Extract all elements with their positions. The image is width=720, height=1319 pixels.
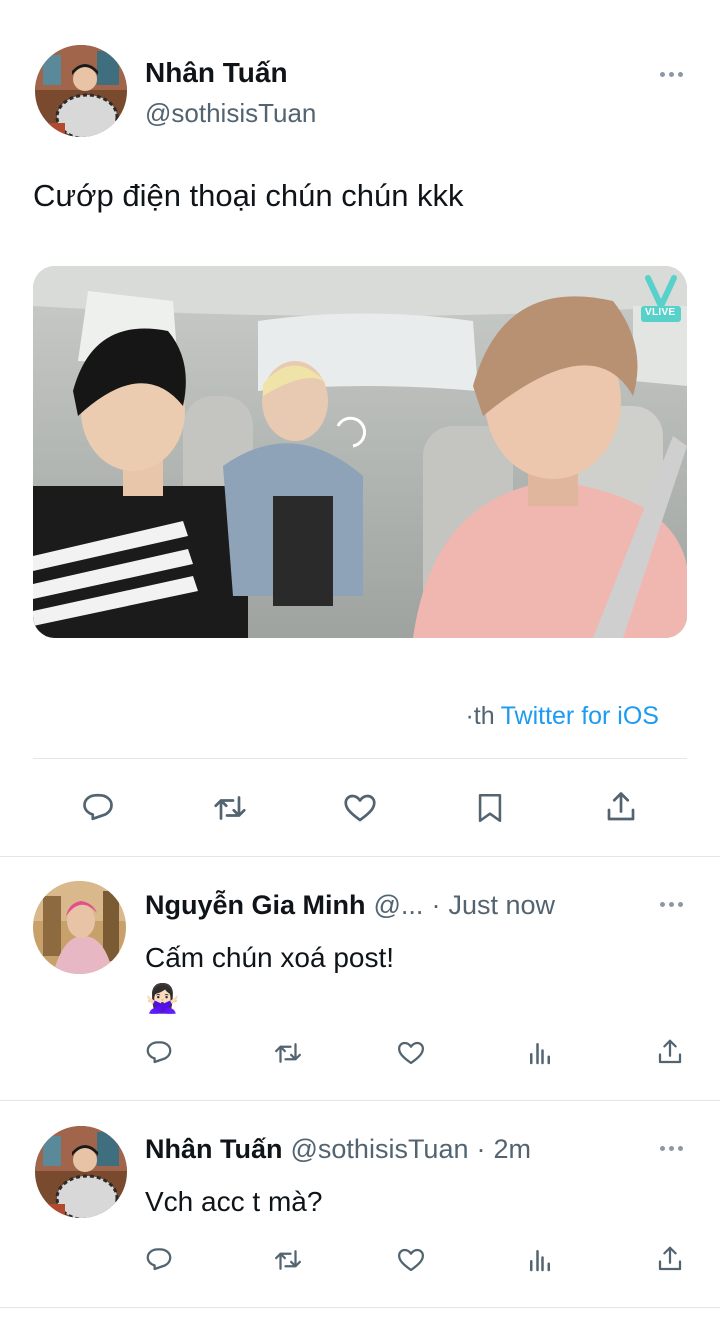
- reply-emoji: 🙅🏻‍♀️: [145, 983, 180, 1014]
- tweet-media-image[interactable]: VLIVE: [33, 266, 687, 638]
- divider: [33, 758, 687, 759]
- reply-separator: ·: [476, 1134, 486, 1164]
- reply-avatar[interactable]: [35, 1126, 127, 1218]
- author-handle[interactable]: @sothisisTuan: [145, 98, 316, 129]
- reply-text: Cấm chún xoá post!: [145, 942, 395, 973]
- retweet-icon[interactable]: [208, 788, 252, 828]
- tweet-timestamp-partial: ·th: [465, 702, 495, 730]
- share-icon[interactable]: [601, 786, 641, 828]
- more-options-icon[interactable]: [660, 72, 683, 77]
- reply-separator: ·: [431, 890, 441, 920]
- reply-icon[interactable]: [141, 1036, 177, 1070]
- vlive-badge: VLIVE: [645, 307, 676, 318]
- analytics-icon[interactable]: [522, 1036, 558, 1070]
- reply-text: Vch acc t mà?: [145, 1186, 323, 1217]
- reply-author-name[interactable]: Nhân Tuấn: [145, 1134, 283, 1165]
- retweet-icon[interactable]: [270, 1036, 306, 1070]
- reply-avatar[interactable]: [33, 881, 126, 974]
- divider: [0, 1100, 720, 1101]
- tweet-text: Cướp điện thoại chún chún kkk: [33, 178, 464, 213]
- like-icon[interactable]: [393, 1036, 429, 1070]
- reply-author-handle[interactable]: @sothisisTuan: [291, 1134, 469, 1165]
- like-icon[interactable]: [393, 1243, 429, 1277]
- reply-header: Nguyễn Gia Minh @... · Just now: [145, 890, 555, 921]
- reply-timestamp[interactable]: Just now: [448, 890, 555, 921]
- divider: [0, 1307, 720, 1308]
- reply-author-handle[interactable]: @...: [374, 890, 424, 921]
- author-name[interactable]: Nhân Tuấn: [145, 57, 288, 89]
- share-icon[interactable]: [652, 1241, 688, 1277]
- more-options-icon[interactable]: [660, 1146, 683, 1151]
- tweet-source-link[interactable]: Twitter for iOS: [501, 702, 659, 731]
- analytics-icon[interactable]: [522, 1243, 558, 1277]
- more-options-icon[interactable]: [660, 902, 683, 907]
- author-avatar[interactable]: [35, 45, 127, 137]
- reply-icon[interactable]: [78, 788, 118, 828]
- divider: [0, 856, 720, 857]
- retweet-icon[interactable]: [270, 1243, 306, 1277]
- reply-icon[interactable]: [141, 1243, 177, 1277]
- share-icon[interactable]: [652, 1034, 688, 1070]
- bookmark-icon[interactable]: [470, 788, 510, 828]
- reply-timestamp[interactable]: 2m: [493, 1134, 531, 1165]
- reply-header: Nhân Tuấn @sothisisTuan · 2m: [145, 1134, 531, 1165]
- tweet-meta: ·th Twitter for iOS: [465, 702, 659, 731]
- like-icon[interactable]: [340, 788, 380, 828]
- reply-author-name[interactable]: Nguyễn Gia Minh: [145, 890, 366, 921]
